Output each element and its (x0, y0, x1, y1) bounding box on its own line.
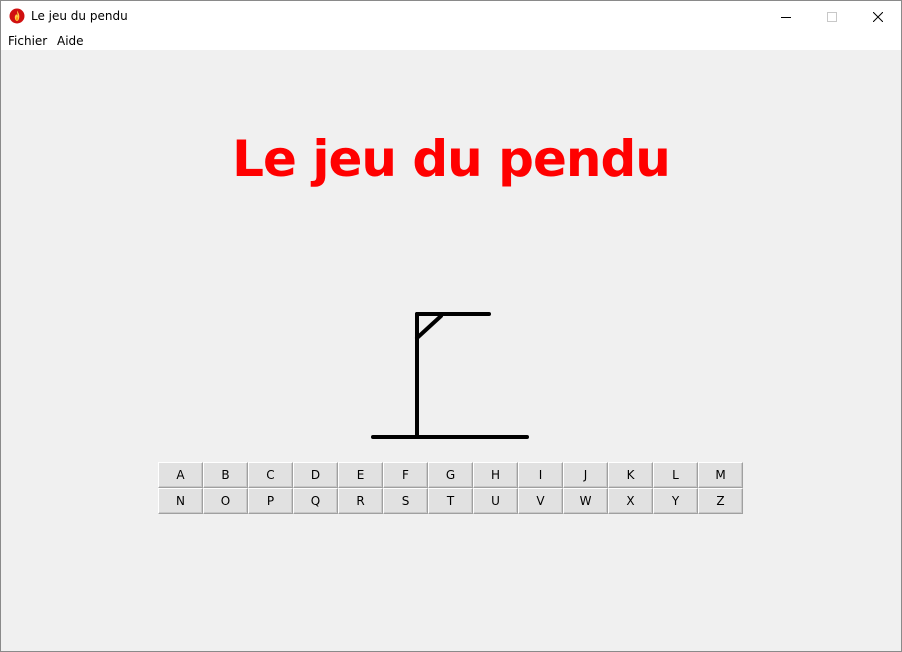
letter-button-n[interactable]: N (158, 488, 203, 514)
letter-button-i[interactable]: I (518, 462, 563, 488)
letter-button-j[interactable]: J (563, 462, 608, 488)
letter-button-b[interactable]: B (203, 462, 248, 488)
letter-button-o[interactable]: O (203, 488, 248, 514)
gallows-drawing (330, 312, 563, 502)
letter-button-a[interactable]: A (158, 462, 203, 488)
letter-button-p[interactable]: P (248, 488, 293, 514)
letter-button-c[interactable]: C (248, 462, 293, 488)
letter-button-v[interactable]: V (518, 488, 563, 514)
letter-button-l[interactable]: L (653, 462, 698, 488)
letter-button-y[interactable]: Y (653, 488, 698, 514)
letter-button-u[interactable]: U (473, 488, 518, 514)
gallows-brace (415, 314, 443, 340)
letter-button-h[interactable]: H (473, 462, 518, 488)
letter-button-w[interactable]: W (563, 488, 608, 514)
letter-button-z[interactable]: Z (698, 488, 743, 514)
letter-button-s[interactable]: S (383, 488, 428, 514)
letter-button-k[interactable]: K (608, 462, 653, 488)
letter-button-f[interactable]: F (383, 462, 428, 488)
letter-button-t[interactable]: T (428, 488, 473, 514)
letter-button-x[interactable]: X (608, 488, 653, 514)
letter-button-e[interactable]: E (338, 462, 383, 488)
letter-keyboard: ABCDEFGHIJKLM NOPQRSTUVWXYZ (158, 462, 745, 516)
letter-button-m[interactable]: M (698, 462, 743, 488)
letter-button-q[interactable]: Q (293, 488, 338, 514)
letter-button-d[interactable]: D (293, 462, 338, 488)
game-window: Le jeu du pendu Fichier Aide Le jeu du p… (0, 0, 902, 652)
letter-button-g[interactable]: G (428, 462, 473, 488)
letter-button-r[interactable]: R (338, 488, 383, 514)
